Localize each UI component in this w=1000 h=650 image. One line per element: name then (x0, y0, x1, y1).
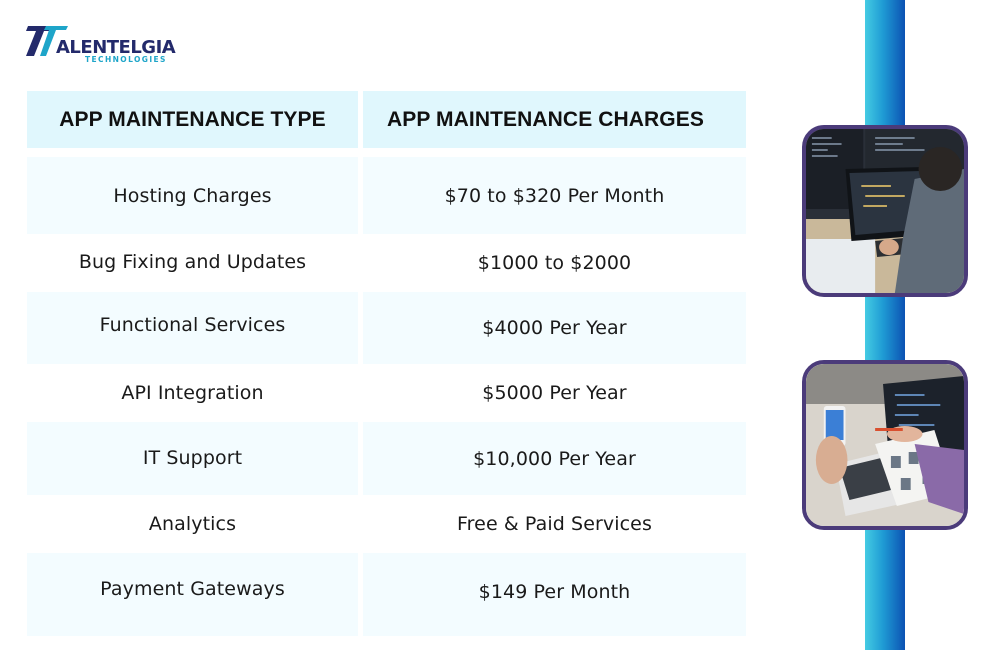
table-cell-charge: $4000 Per Year (363, 292, 746, 364)
table-cell-type: Functional Services (27, 292, 358, 364)
column-header-type: APP MAINTENANCE TYPE (27, 91, 358, 148)
table-cell-charge: Free & Paid Services (457, 513, 652, 535)
column-header-charges: APP MAINTENANCE CHARGES (363, 91, 746, 148)
table-cell-type: Analytics (148, 513, 237, 535)
table-cell-charge: $5000 Per Year (482, 382, 627, 404)
team-app-design-image (806, 364, 964, 526)
table-cell-type: API Integration (121, 382, 264, 404)
brand-subtitle: TECHNOLOGIES (85, 55, 167, 64)
table-cell-charge: $10,000 Per Year (363, 422, 746, 495)
table-cell-charge: $70 to $320 Per Month (363, 157, 746, 234)
decorative-gradient-bar (865, 0, 905, 650)
table-cell-type: IT Support (27, 422, 358, 495)
app-design-team-photo (802, 360, 968, 530)
developer-photo (802, 125, 968, 297)
table-cell-type: Bug Fixing and Updates (78, 251, 307, 273)
table-cell-charge: $149 Per Month (363, 553, 746, 636)
table-cell-type: Hosting Charges (27, 157, 358, 234)
developer-laptop-image (806, 129, 964, 293)
table-cell-type: Payment Gateways (27, 553, 358, 636)
table-cell-charge: $1000 to $2000 (477, 252, 632, 274)
brand-logo: ALENTELGIA TECHNOLOGIES (24, 24, 176, 66)
